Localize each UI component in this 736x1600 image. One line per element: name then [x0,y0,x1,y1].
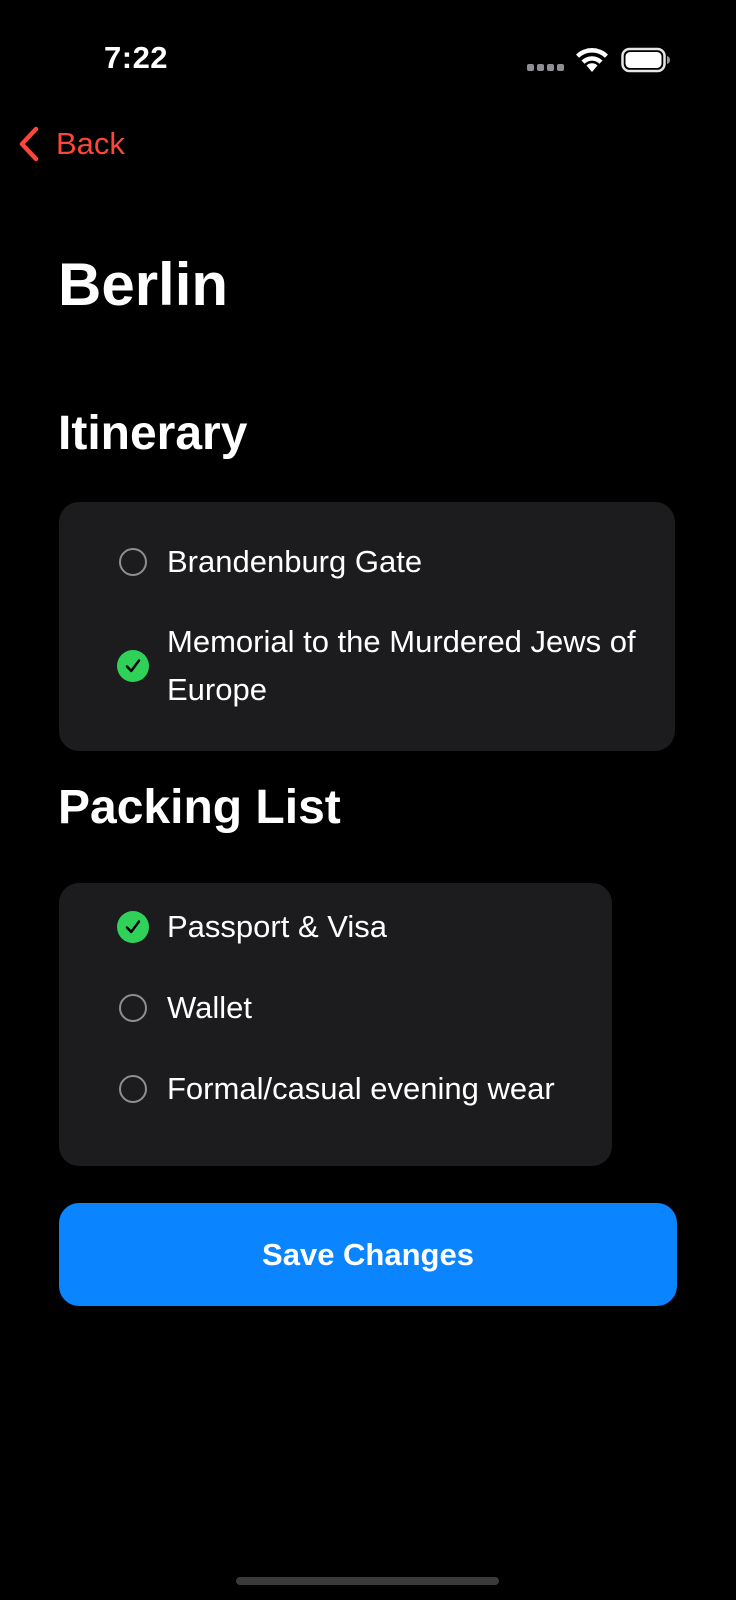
itinerary-item-label: Brandenburg Gate [167,544,423,579]
packing-list-card: Passport & Visa Wallet Formal/casual eve… [59,883,612,1166]
checkmark-circle-icon[interactable] [117,911,149,943]
page-title: Berlin [58,251,229,318]
itinerary-item-brandenburg-gate[interactable]: Brandenburg Gate [119,538,422,586]
itinerary-card: Brandenburg Gate Memorial to the Murdere… [59,502,675,751]
battery-icon [621,47,670,73]
cellular-signal-icon [527,64,564,72]
itinerary-item-memorial[interactable]: Memorial to the Murdered Jews of Europe [117,618,639,714]
back-label: Back [56,126,125,161]
itinerary-item-label: Memorial to the Murdered Jews of Europe [167,624,636,707]
itinerary-section-title: Itinerary [58,407,248,460]
save-changes-button[interactable]: Save Changes [59,1203,677,1306]
chevron-left-icon [19,126,39,162]
unchecked-circle-icon[interactable] [119,548,147,576]
status-bar: 7:22 [0,0,736,120]
status-time: 7:22 [104,40,169,75]
packing-item-passport-visa[interactable]: Passport & Visa [117,903,387,951]
packing-list-section-title: Packing List [58,781,341,834]
packing-item-label: Formal/casual evening wear [167,1071,555,1106]
home-indicator[interactable] [236,1577,499,1585]
packing-item-label: Wallet [167,990,252,1025]
unchecked-circle-icon[interactable] [119,994,147,1022]
wifi-icon [576,48,608,72]
packing-item-label: Passport & Visa [167,909,387,944]
packing-item-wallet[interactable]: Wallet [119,984,252,1032]
back-button[interactable]: Back [16,122,125,166]
packing-item-evening-wear[interactable]: Formal/casual evening wear [119,1065,555,1113]
unchecked-circle-icon[interactable] [119,1075,147,1103]
checkmark-circle-icon[interactable] [117,650,149,682]
